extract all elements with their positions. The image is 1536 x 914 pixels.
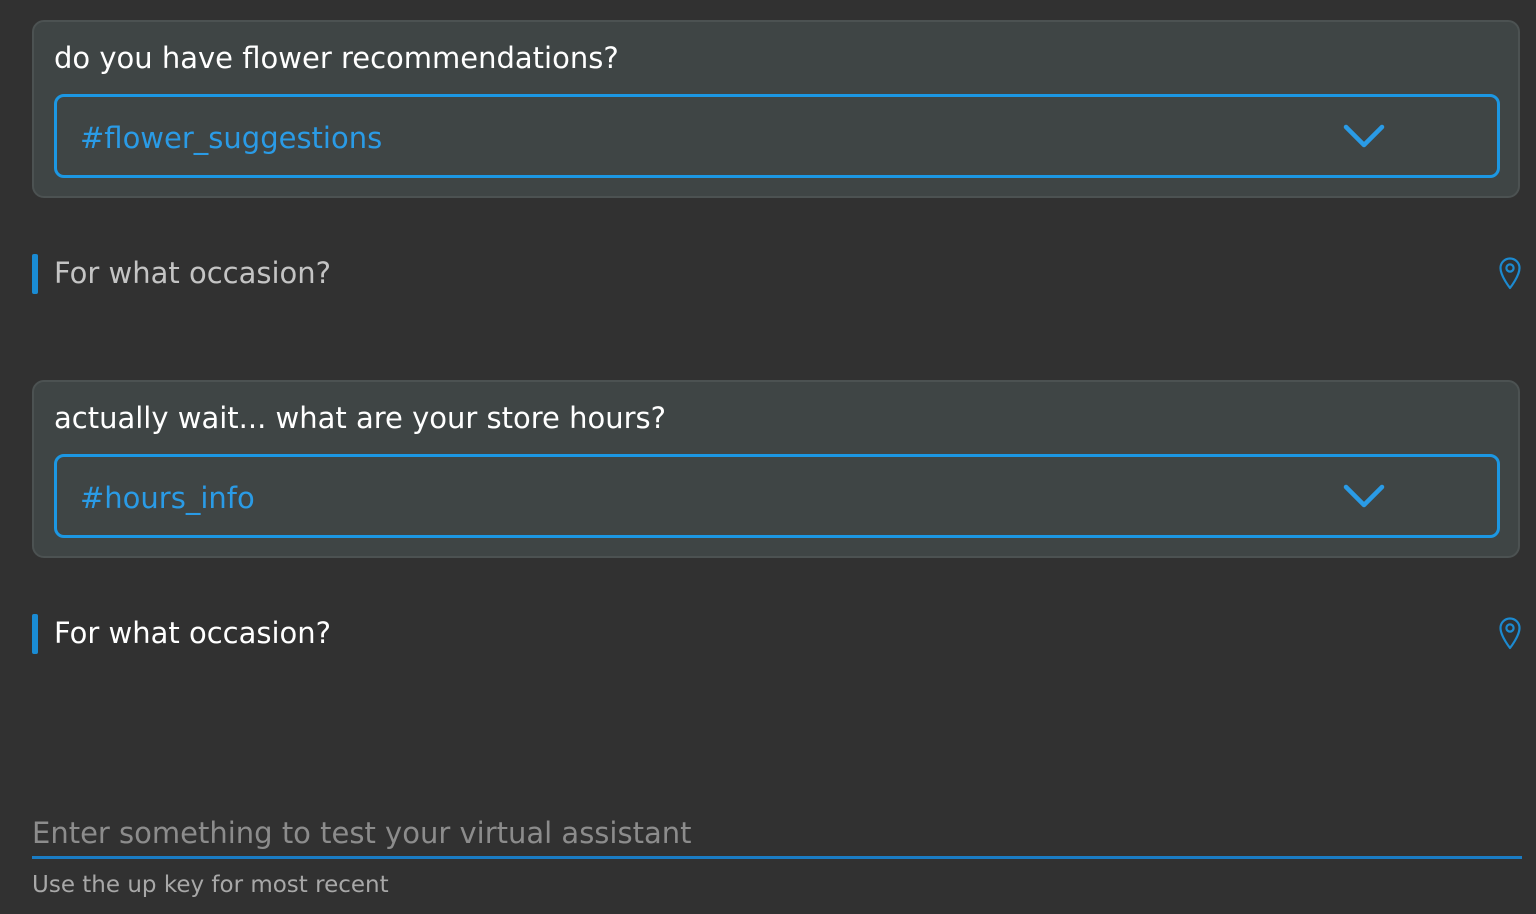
bot-response-row: For what occasion?: [32, 614, 1522, 654]
intent-value: #flower_suggestions: [80, 121, 383, 155]
chat-input-area: [32, 810, 1522, 862]
user-message-card: do you have flower recommendations? #flo…: [32, 20, 1520, 198]
chat-input[interactable]: [32, 810, 1522, 859]
input-helper-text: Use the up key for most recent: [32, 872, 389, 898]
try-it-out-panel: do you have flower recommendations? #flo…: [0, 0, 1536, 914]
response-marker-bar: [32, 254, 38, 294]
response-marker-bar: [32, 614, 38, 654]
user-message-card: actually wait... what are your store hou…: [32, 380, 1520, 558]
user-message-text: actually wait... what are your store hou…: [54, 401, 667, 435]
location-pin-icon[interactable]: [1498, 616, 1522, 650]
intent-dropdown[interactable]: #flower_suggestions: [54, 94, 1500, 178]
user-message-text: do you have flower recommendations?: [54, 41, 619, 75]
intent-value: #hours_info: [80, 481, 255, 515]
location-pin-icon[interactable]: [1498, 256, 1522, 290]
chevron-down-icon: [1343, 124, 1385, 148]
intent-dropdown[interactable]: #hours_info: [54, 454, 1500, 538]
bot-response-row: For what occasion?: [32, 254, 1522, 294]
bot-response-text: For what occasion?: [54, 616, 332, 650]
chevron-down-icon: [1343, 484, 1385, 508]
bot-response-text: For what occasion?: [54, 256, 332, 290]
